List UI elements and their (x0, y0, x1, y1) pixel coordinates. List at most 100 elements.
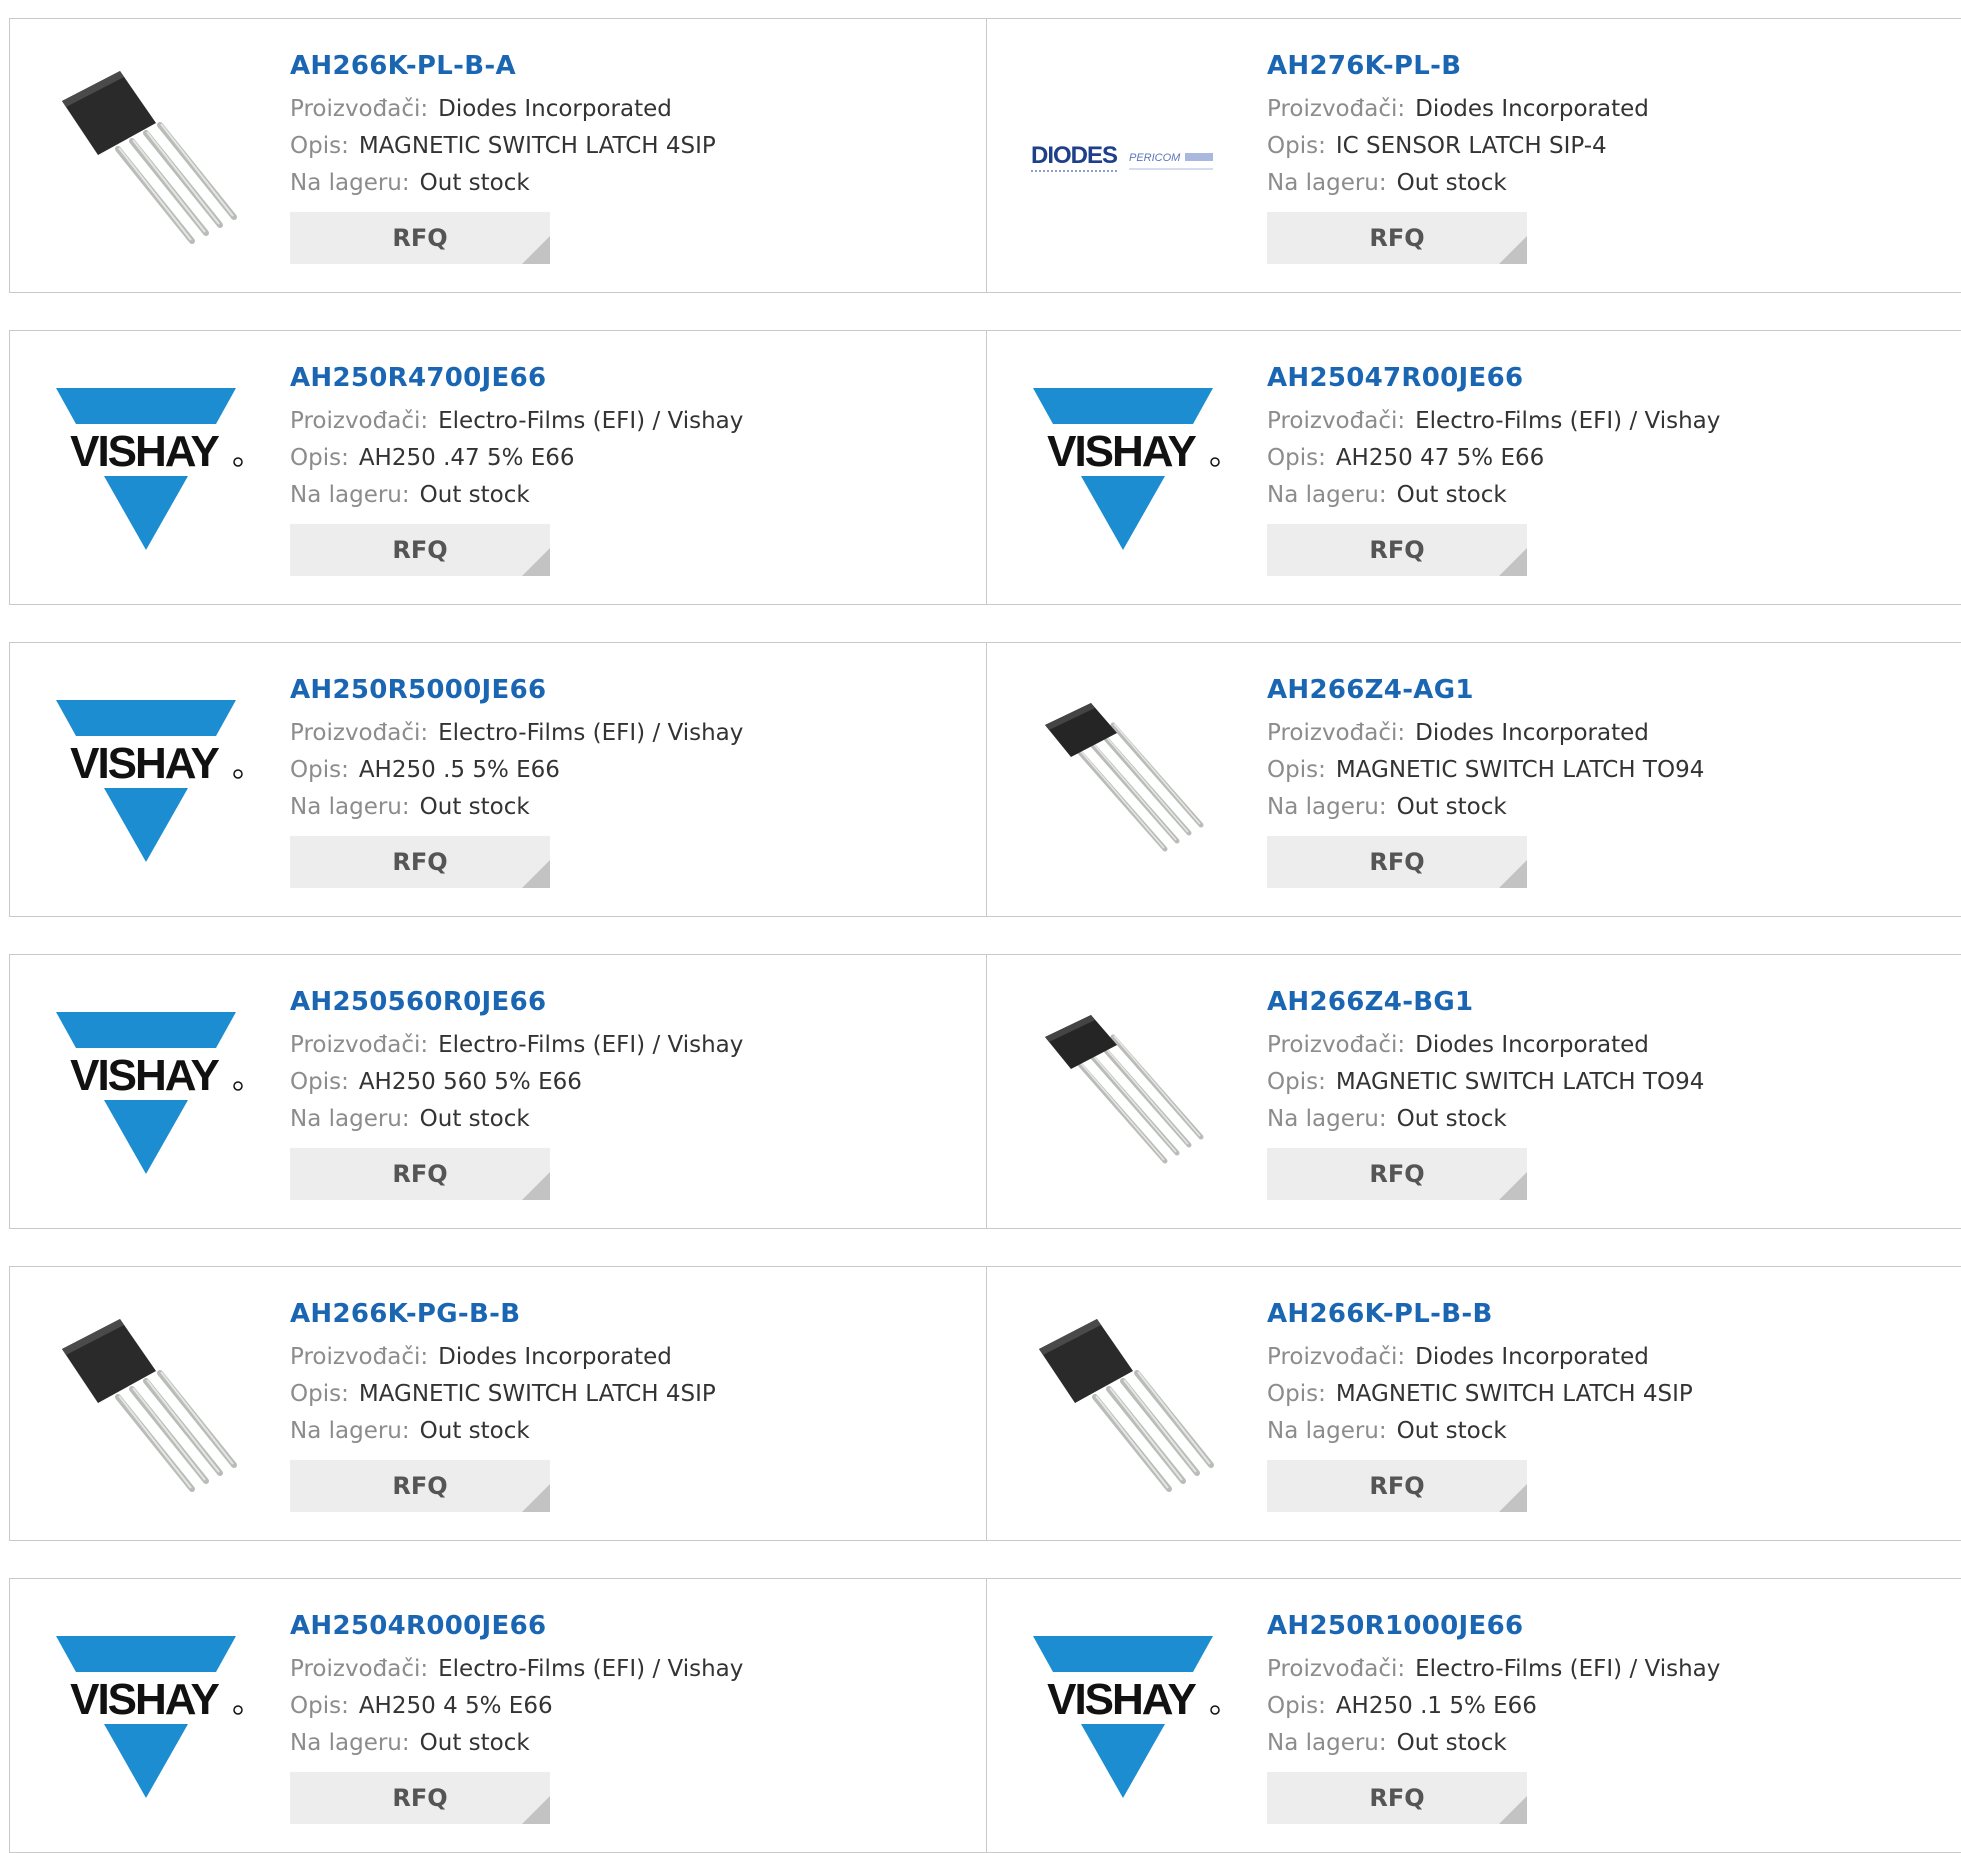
chip-lead-highlight (1089, 739, 1177, 841)
product-info: AH266Z4-BG1 Proizvođači: Diodes Incorpora… (1267, 985, 1951, 1200)
rfq-button[interactable]: RFQ (290, 1148, 550, 1200)
product-card: AH266Z4-AG1 Proizvođači: Diodes Incorpora… (987, 642, 1961, 917)
stock-value: Out stock (1396, 794, 1507, 820)
stock-row: Na lageru: Out stock (1267, 789, 1951, 826)
rfq-button-label: RFQ (1369, 1472, 1425, 1500)
product-card: AH266K-PG-B-B Proizvođači: Diodes Incorpo… (9, 1266, 987, 1541)
part-number-link[interactable]: AH266K-PL-B-B (1267, 1297, 1951, 1331)
part-number-link[interactable]: AH266K-PG-B-B (290, 1297, 976, 1331)
description-label: Opis: (1267, 1693, 1326, 1719)
stock-label: Na lageru: (290, 1106, 410, 1132)
description-row: Opis: MAGNETIC SWITCH LATCH 4SIP (1267, 1376, 1951, 1413)
stock-label: Na lageru: (1267, 482, 1387, 508)
part-number-link[interactable]: AH2504R000JE66 (290, 1609, 976, 1643)
vishay-logo-text: VISHAY (1047, 427, 1196, 476)
stock-row: Na lageru: Out stock (290, 1101, 976, 1138)
part-number-link[interactable]: AH250R1000JE66 (1267, 1609, 1951, 1643)
product-image[interactable] (1025, 1305, 1221, 1505)
manufacturer-label: Proizvođači: (1267, 1032, 1406, 1058)
part-number-link[interactable]: AH25047R00JE66 (1267, 361, 1951, 395)
rfq-button[interactable]: RFQ (290, 1460, 550, 1512)
rfq-button[interactable]: RFQ (1267, 1460, 1527, 1512)
product-info: AH266K-PL-B-B Proizvođači: Diodes Incorpo… (1267, 1297, 1951, 1512)
part-number-link[interactable]: AH266Z4-AG1 (1267, 673, 1951, 707)
vishay-logo-top-band (1033, 388, 1213, 424)
rfq-button[interactable]: RFQ (290, 836, 550, 888)
chip-lead-highlight (1137, 1371, 1211, 1465)
registered-mark (233, 457, 243, 467)
product-card: VISHAY AH2504R000JE66 Proizvođači: Electr… (9, 1578, 987, 1853)
product-card: VISHAY AH250R4700JE66 Proizvođači: Electr… (9, 330, 987, 605)
manufacturer-value: Electro-Films (EFI) / Vishay (438, 1032, 744, 1058)
rfq-corner-decoration (1499, 860, 1527, 888)
product-image[interactable] (1025, 993, 1221, 1193)
product-image[interactable]: VISHAY (48, 369, 244, 569)
rfq-corner-decoration (1499, 548, 1527, 576)
vishay-logo-triangle (104, 1100, 188, 1174)
product-grid: AH266K-PL-B-A Proizvođači: Diodes Incorpo… (9, 18, 1961, 1853)
stock-value: Out stock (1396, 482, 1507, 508)
manufacturer-row: Proizvođači: Electro-Films (EFI) / Vishay (290, 1027, 976, 1064)
rfq-button[interactable]: RFQ (1267, 1148, 1527, 1200)
rfq-button[interactable]: RFQ (1267, 212, 1527, 264)
description-row: Opis: AH250 47 5% E66 (1267, 440, 1951, 477)
rfq-button[interactable]: RFQ (290, 212, 550, 264)
product-image[interactable] (1025, 681, 1221, 881)
description-row: Opis: AH250 .47 5% E66 (290, 440, 976, 477)
description-value: MAGNETIC SWITCH LATCH 4SIP (358, 133, 716, 159)
manufacturer-value: Diodes Incorporated (1415, 1344, 1649, 1370)
vishay-logo-icon: VISHAY (1033, 1636, 1220, 1798)
product-card: DIODES PERICOM AH276K-PL-B Proizvođači: Di… (987, 18, 1961, 293)
description-row: Opis: MAGNETIC SWITCH LATCH TO94 (1267, 1064, 1951, 1101)
manufacturer-value: Electro-Films (EFI) / Vishay (438, 408, 744, 434)
description-value: AH250 4 5% E66 (358, 1693, 553, 1719)
stock-label: Na lageru: (1267, 1730, 1387, 1756)
rfq-corner-decoration (1499, 1796, 1527, 1824)
product-info: AH266K-PL-B-A Proizvođači: Diodes Incorpo… (290, 49, 976, 264)
rfq-corner-decoration (522, 1796, 550, 1824)
rfq-corner-decoration (522, 548, 550, 576)
part-number-link[interactable]: AH250560R0JE66 (290, 985, 976, 1019)
stock-value: Out stock (419, 482, 530, 508)
stock-label: Na lageru: (1267, 794, 1387, 820)
stock-row: Na lageru: Out stock (290, 1413, 976, 1450)
part-number-link[interactable]: AH250R5000JE66 (290, 673, 976, 707)
manufacturer-label: Proizvođači: (1267, 1344, 1406, 1370)
rfq-button[interactable]: RFQ (290, 524, 550, 576)
product-image[interactable]: VISHAY (48, 1617, 244, 1817)
part-number-link[interactable]: AH266Z4-BG1 (1267, 985, 1951, 1019)
chip-lead-highlight (118, 147, 192, 241)
chip-lead-highlight (132, 139, 206, 233)
stock-row: Na lageru: Out stock (1267, 165, 1951, 202)
product-card: VISHAY AH250R1000JE66 Proizvođači: Electr… (987, 1578, 1961, 1853)
vishay-logo-text: VISHAY (70, 1051, 219, 1100)
product-info: AH2504R000JE66 Proizvođači: Electro-Films… (290, 1609, 976, 1824)
manufacturer-label: Proizvođači: (1267, 96, 1406, 122)
manufacturer-value: Diodes Incorporated (438, 1344, 672, 1370)
to94-chip-icon (1045, 1015, 1204, 1164)
description-label: Opis: (290, 445, 349, 471)
rfq-button[interactable]: RFQ (1267, 524, 1527, 576)
product-image[interactable] (48, 57, 244, 257)
part-number-link[interactable]: AH250R4700JE66 (290, 361, 976, 395)
stock-value: Out stock (419, 794, 530, 820)
manufacturer-label: Proizvođači: (290, 1344, 429, 1370)
stock-row: Na lageru: Out stock (290, 165, 976, 202)
product-image[interactable]: VISHAY (48, 993, 244, 1193)
product-image[interactable]: VISHAY (1025, 1617, 1221, 1817)
sip4-chip-icon (1039, 1319, 1214, 1492)
rfq-button[interactable]: RFQ (1267, 1772, 1527, 1824)
part-number-link[interactable]: AH266K-PL-B-A (290, 49, 976, 83)
rfq-button[interactable]: RFQ (1267, 836, 1527, 888)
description-label: Opis: (1267, 445, 1326, 471)
stock-label: Na lageru: (290, 794, 410, 820)
vishay-logo-triangle (1081, 476, 1165, 550)
product-image[interactable]: VISHAY (1025, 369, 1221, 569)
product-image[interactable]: VISHAY (48, 681, 244, 881)
part-number-link[interactable]: AH276K-PL-B (1267, 49, 1951, 83)
product-image[interactable] (48, 1305, 244, 1505)
chip-lead-highlight (160, 123, 234, 217)
rfq-button[interactable]: RFQ (290, 1772, 550, 1824)
product-image[interactable]: DIODES PERICOM (1025, 57, 1221, 257)
stock-label: Na lageru: (290, 482, 410, 508)
